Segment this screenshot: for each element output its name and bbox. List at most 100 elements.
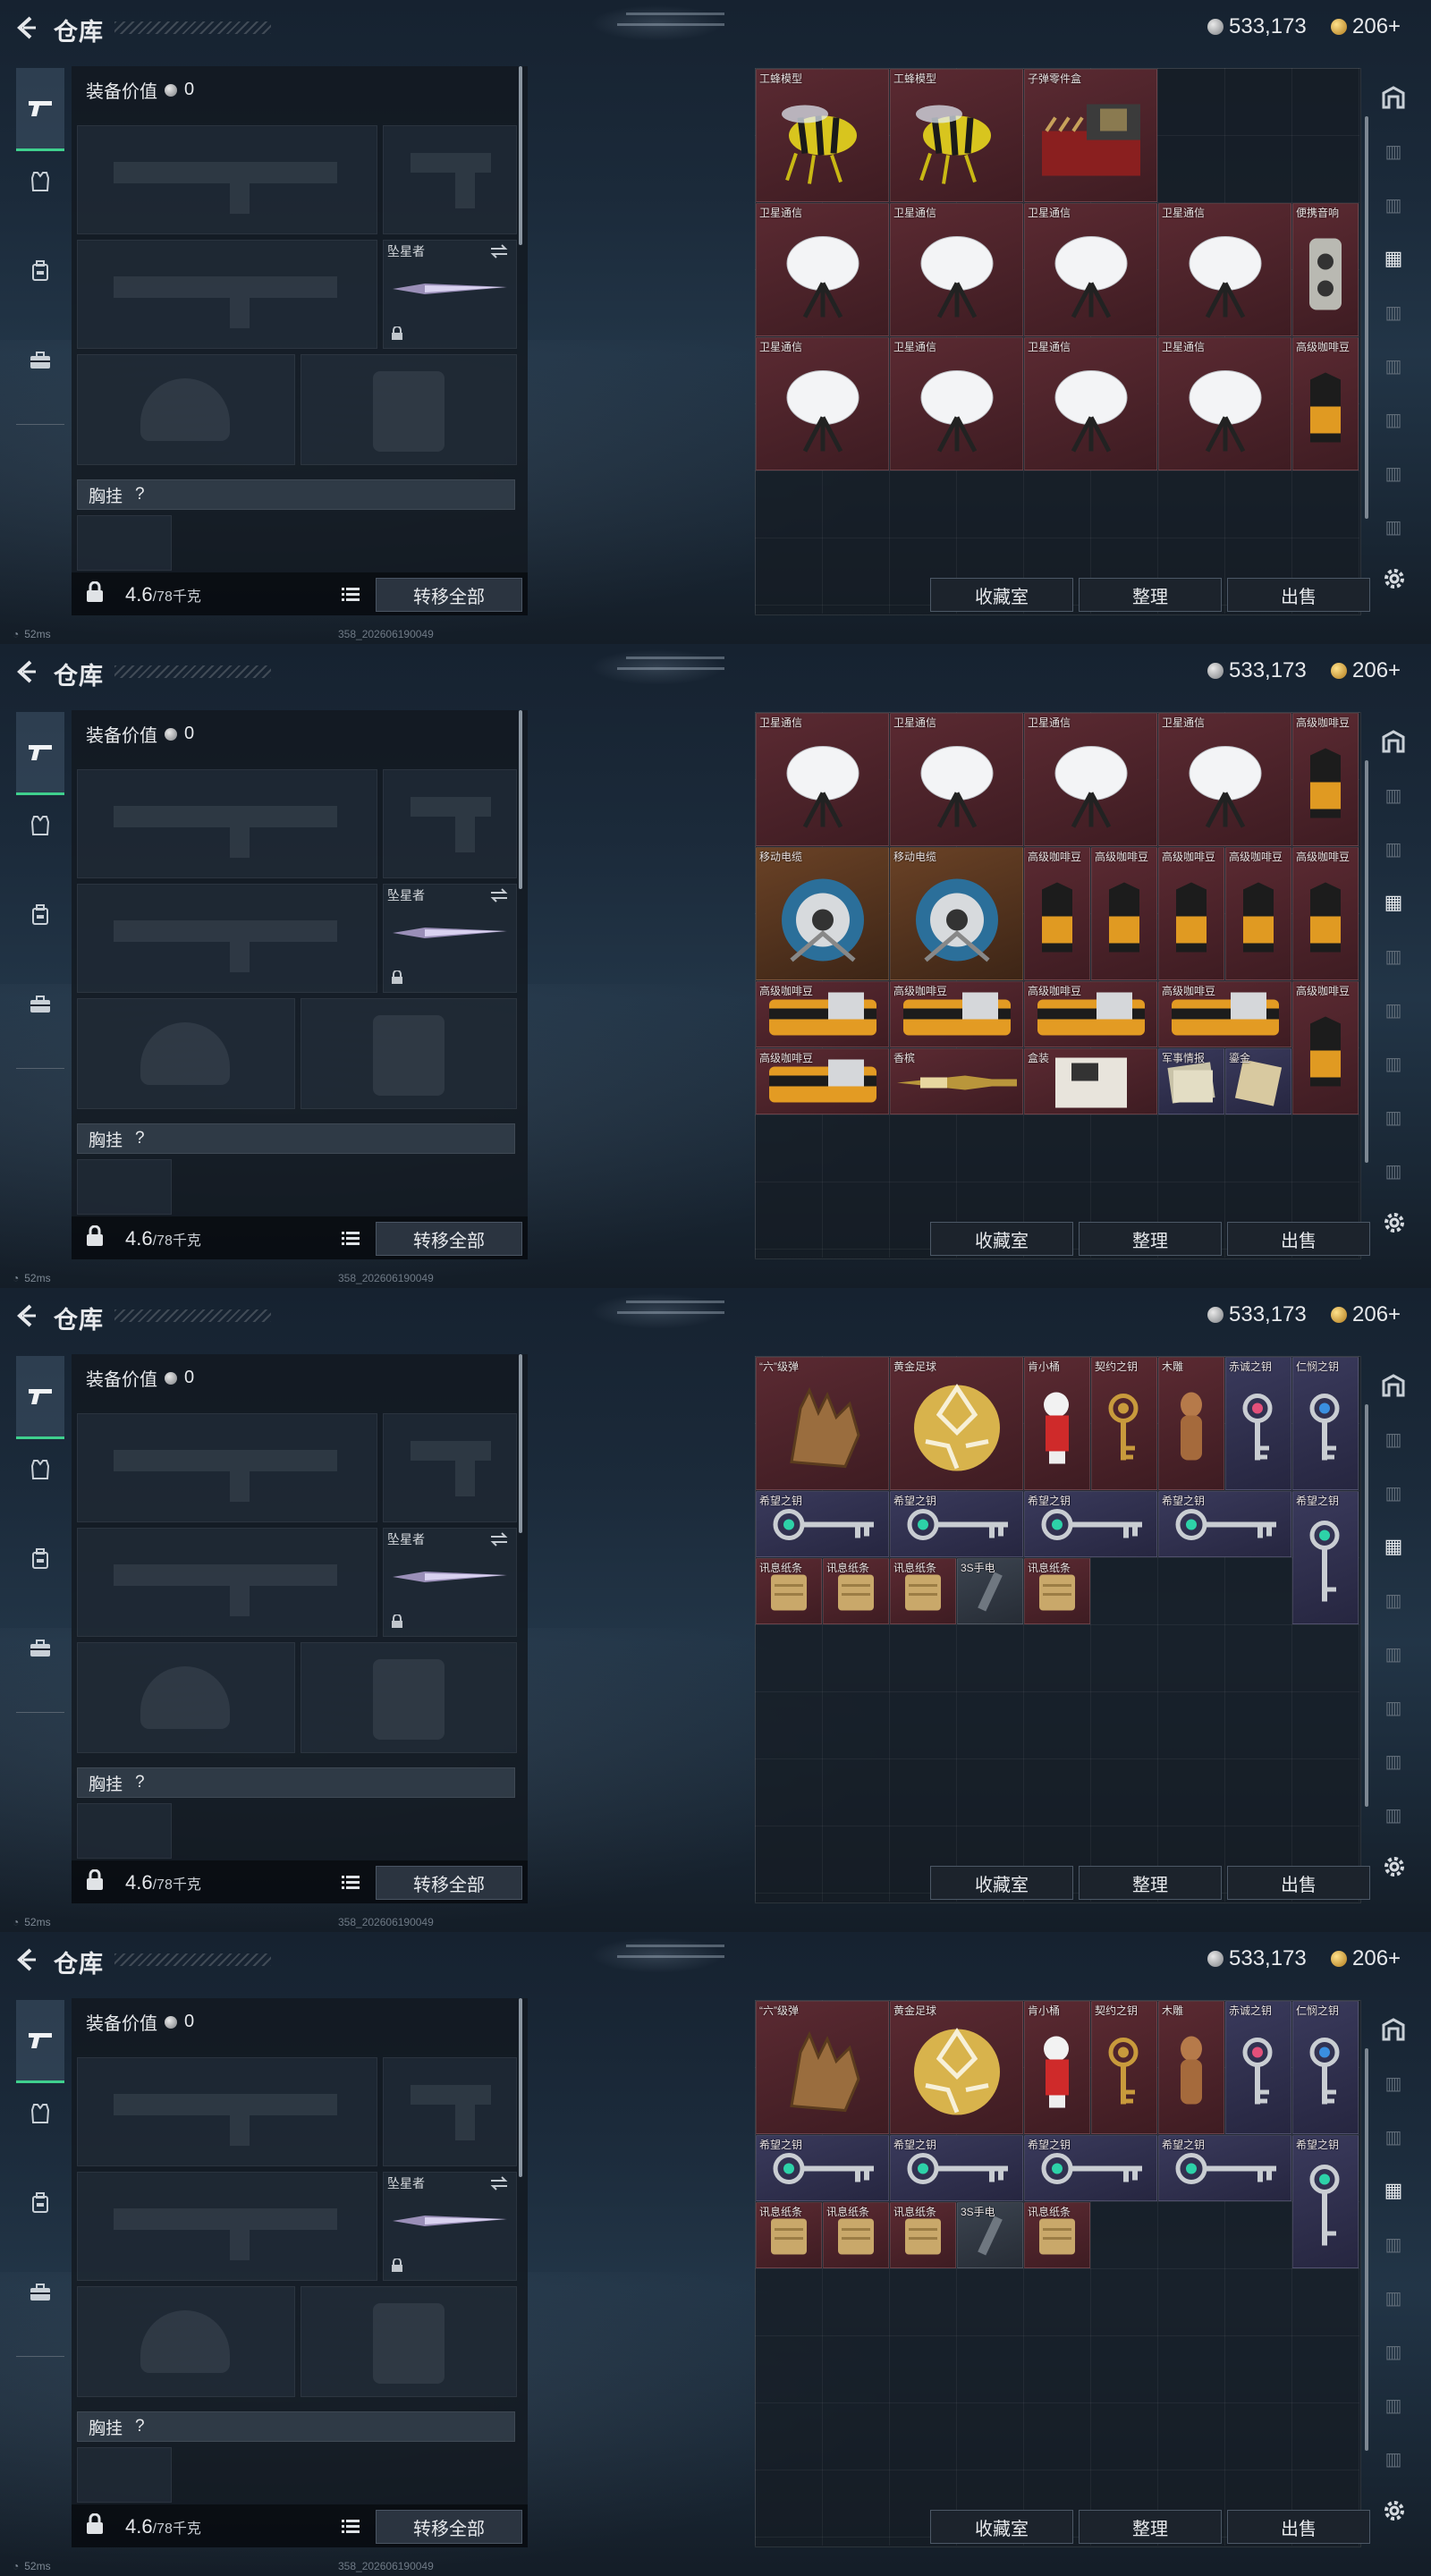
- melee-slot[interactable]: 坠星者: [383, 884, 517, 993]
- storage-item[interactable]: 卫星通信: [1024, 337, 1157, 470]
- storage-item[interactable]: 肯小桶: [1024, 1357, 1090, 1490]
- storage-item[interactable]: 高级咖啡豆: [1225, 847, 1291, 980]
- storage-item[interactable]: 希望之钥: [1292, 1491, 1359, 1624]
- back-arrow-icon[interactable]: [13, 658, 39, 685]
- storage-item[interactable]: 木雕: [1158, 1357, 1224, 1490]
- transfer-all-button[interactable]: 转移全部: [376, 1222, 522, 1256]
- pistol-slot[interactable]: [383, 2057, 517, 2166]
- nav-weapons[interactable]: [16, 2000, 64, 2083]
- storage-item[interactable]: 工蜂模型: [756, 69, 889, 202]
- secondary-weapon-slot[interactable]: [77, 884, 377, 993]
- storage-item[interactable]: 卫星通信: [756, 713, 889, 846]
- gear-icon[interactable]: [1381, 565, 1408, 592]
- nav-weapons[interactable]: [16, 712, 64, 795]
- storage-item[interactable]: 高级咖啡豆: [1292, 981, 1359, 1114]
- swap-icon[interactable]: [489, 244, 509, 258]
- nav-backpack[interactable]: [16, 882, 64, 948]
- gold-currency[interactable]: 206+: [1331, 1302, 1401, 1327]
- storage-tab-8[interactable]: ▥: [1370, 2383, 1417, 2428]
- gear-icon[interactable]: [1381, 1853, 1408, 1880]
- storage-item[interactable]: 3S手电: [957, 2202, 1023, 2268]
- storage-item[interactable]: 工蜂模型: [890, 69, 1023, 202]
- storage-item[interactable]: 鎏金: [1225, 1048, 1291, 1114]
- storage-scrollbar[interactable]: [1365, 2048, 1368, 2451]
- sell-button[interactable]: 出售: [1227, 1222, 1370, 1256]
- primary-weapon-slot[interactable]: [77, 125, 377, 234]
- storage-item[interactable]: 军事情报: [1158, 1048, 1224, 1114]
- back-arrow-icon[interactable]: [13, 1946, 39, 1973]
- storage-tab-2[interactable]: ▥: [1370, 129, 1417, 174]
- list-icon[interactable]: [342, 1875, 360, 1889]
- silver-currency[interactable]: 533,173: [1207, 1946, 1307, 1971]
- storage-item[interactable]: 希望之钥: [1024, 1491, 1157, 1557]
- body-armor-slot[interactable]: [301, 354, 517, 465]
- list-icon[interactable]: [342, 2519, 360, 2533]
- storage-tab-4[interactable]: ▦: [1370, 2168, 1417, 2213]
- storage-item[interactable]: 高级咖啡豆: [756, 1048, 889, 1114]
- storage-item[interactable]: 卫星通信: [1158, 713, 1291, 846]
- nav-weapons[interactable]: [16, 68, 64, 151]
- storage-tab-9[interactable]: ▥: [1370, 2436, 1417, 2481]
- storage-item[interactable]: 高级咖啡豆: [1292, 337, 1359, 470]
- storage-item[interactable]: 希望之钥: [890, 1491, 1023, 1557]
- storage-item[interactable]: 希望之钥: [890, 2135, 1023, 2201]
- sell-button[interactable]: 出售: [1227, 578, 1370, 612]
- nav-case[interactable]: [16, 1615, 64, 1682]
- helmet-slot[interactable]: [77, 998, 295, 1109]
- storage-item[interactable]: 赤诚之钥: [1225, 2001, 1291, 2134]
- storage-item[interactable]: 讯息纸条: [1024, 2202, 1090, 2268]
- storage-item[interactable]: 仁悯之钥: [1292, 1357, 1359, 1490]
- storage-item[interactable]: 希望之钥: [1292, 2135, 1359, 2268]
- melee-slot[interactable]: 坠星者: [383, 1528, 517, 1637]
- collection-room-button[interactable]: 收藏室: [930, 578, 1073, 612]
- storage-item[interactable]: 卫星通信: [756, 203, 889, 336]
- secondary-weapon-slot[interactable]: [77, 240, 377, 349]
- storage-item[interactable]: 高级咖啡豆: [1292, 713, 1359, 846]
- body-armor-slot[interactable]: [301, 1642, 517, 1753]
- nav-backpack[interactable]: [16, 1526, 64, 1592]
- storage-tab-2[interactable]: ▥: [1370, 1417, 1417, 1462]
- loadout-scrollbar[interactable]: [519, 710, 522, 889]
- gold-currency[interactable]: 206+: [1331, 1946, 1401, 1971]
- storage-item[interactable]: 卫星通信: [756, 337, 889, 470]
- swap-icon[interactable]: [489, 888, 509, 902]
- storage-tab-3[interactable]: ▥: [1370, 182, 1417, 227]
- storage-item[interactable]: 高级咖啡豆: [756, 981, 889, 1047]
- storage-item[interactable]: 讯息纸条: [1024, 1558, 1090, 1624]
- storage-item[interactable]: 希望之钥: [756, 2135, 889, 2201]
- storage-item[interactable]: 木雕: [1158, 2001, 1224, 2134]
- transfer-all-button[interactable]: 转移全部: [376, 578, 522, 612]
- storage-tab-2[interactable]: ▥: [1370, 2061, 1417, 2106]
- storage-item[interactable]: 高级咖啡豆: [1024, 981, 1157, 1047]
- storage-tab-6[interactable]: ▥: [1370, 2275, 1417, 2320]
- storage-item[interactable]: 卫星通信: [1158, 203, 1291, 336]
- storage-item[interactable]: 讯息纸条: [756, 1558, 822, 1624]
- storage-tab-3[interactable]: ▥: [1370, 826, 1417, 871]
- secondary-weapon-slot[interactable]: [77, 1528, 377, 1637]
- storage-item[interactable]: 高级咖啡豆: [1158, 981, 1291, 1047]
- storage-tab-9[interactable]: ▥: [1370, 504, 1417, 549]
- storage-tab-4[interactable]: ▦: [1370, 1524, 1417, 1569]
- loadout-scrollbar[interactable]: [519, 66, 522, 245]
- storage-item[interactable]: 高级咖啡豆: [1024, 847, 1090, 980]
- storage-item[interactable]: 肯小桶: [1024, 2001, 1090, 2134]
- storage-item[interactable]: 契约之钥: [1091, 1357, 1157, 1490]
- storage-tab-5[interactable]: ▥: [1370, 290, 1417, 335]
- loadout-scrollbar[interactable]: [519, 1354, 522, 1533]
- storage-tab-home[interactable]: [1370, 2007, 1417, 2052]
- loadout-scrollbar[interactable]: [519, 1998, 522, 2177]
- nav-case[interactable]: [16, 2259, 64, 2326]
- storage-item[interactable]: 盒装: [1024, 1048, 1157, 1114]
- nav-case[interactable]: [16, 971, 64, 1038]
- storage-tab-9[interactable]: ▥: [1370, 1792, 1417, 1837]
- nav-armor[interactable]: [16, 792, 64, 859]
- storage-tab-5[interactable]: ▥: [1370, 1578, 1417, 1623]
- transfer-all-button[interactable]: 转移全部: [376, 1866, 522, 1900]
- gold-currency[interactable]: 206+: [1331, 14, 1401, 39]
- organize-button[interactable]: 整理: [1079, 2510, 1222, 2544]
- collection-room-button[interactable]: 收藏室: [930, 1222, 1073, 1256]
- pistol-slot[interactable]: [383, 125, 517, 234]
- nav-armor[interactable]: [16, 2080, 64, 2147]
- primary-weapon-slot[interactable]: [77, 1413, 377, 1522]
- helmet-slot[interactable]: [77, 1642, 295, 1753]
